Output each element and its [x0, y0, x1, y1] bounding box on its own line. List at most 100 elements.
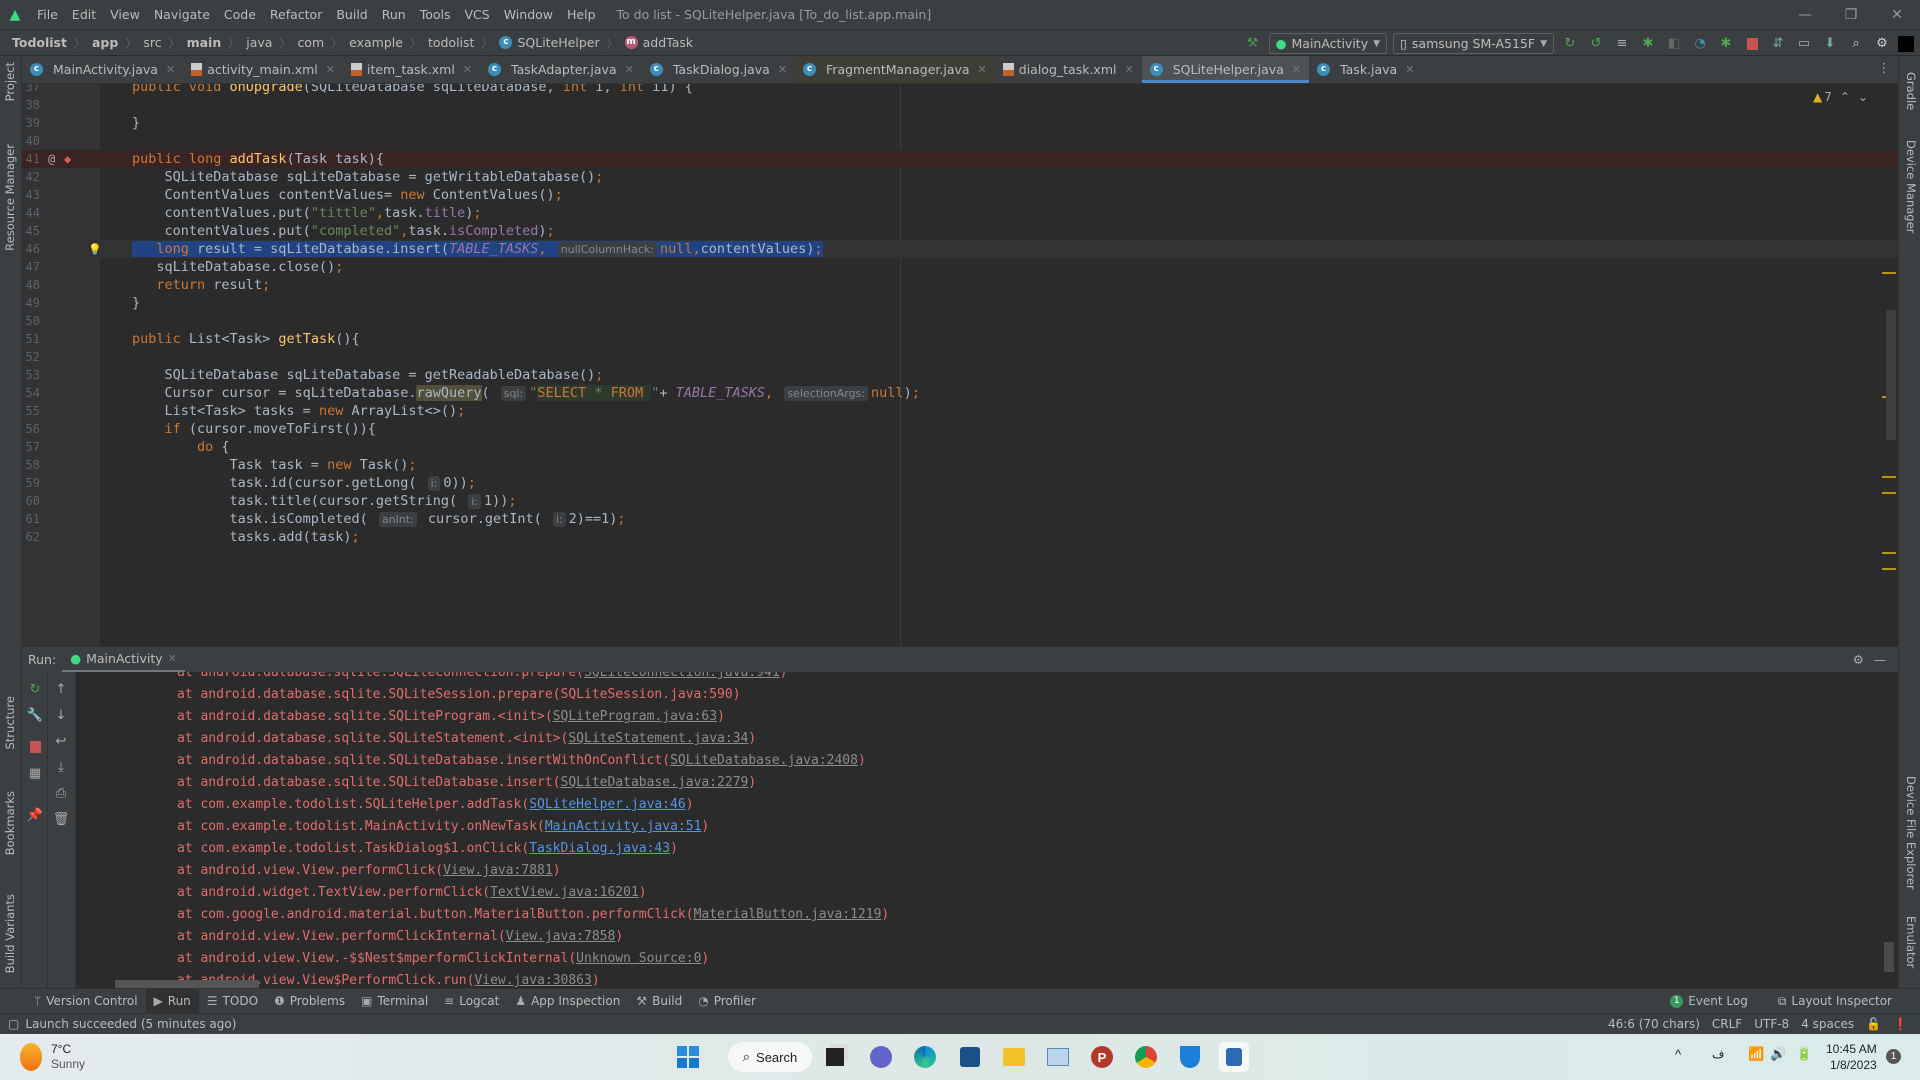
minimize-button[interactable]: —	[1782, 0, 1828, 29]
apply-changes-icon[interactable]: ↺	[1586, 34, 1606, 54]
next-highlight-icon[interactable]: ⌄	[1858, 90, 1868, 104]
close-button[interactable]: ✕	[1874, 0, 1920, 29]
code-line[interactable]: 46 💡 long result = sqLiteDatabase.insert(…	[22, 240, 1898, 258]
breadcrumb-item[interactable]: todolist	[426, 35, 477, 50]
line-separator[interactable]: CRLF	[1712, 1017, 1742, 1031]
code-line[interactable]: 54 Cursor cursor = sqLiteDatabase.rawQue…	[22, 384, 1898, 402]
editor-scrollbar[interactable]	[1886, 310, 1896, 440]
breadcrumb-item[interactable]: example	[347, 35, 405, 50]
code-line[interactable]: 39}	[22, 114, 1898, 132]
clear-all-trash-icon[interactable]: 🗑	[52, 810, 70, 828]
breadcrumb-item[interactable]: com	[295, 35, 326, 50]
source-link[interactable]: SQLiteConnection.java:941	[584, 672, 780, 680]
code-text[interactable]: public long addTask(Task task){	[132, 151, 384, 167]
make-project-hammer-icon[interactable]: ⚒	[1243, 34, 1263, 54]
line-number[interactable]: 43	[22, 188, 40, 202]
source-link[interactable]: SQLiteStatement.java:34	[568, 731, 748, 746]
code-text[interactable]: contentValues.put("tittle",task.title);	[132, 205, 482, 221]
warning-stripe-mark[interactable]	[1882, 476, 1896, 478]
bottom-tab-version-control[interactable]: ᛘ Version Control	[26, 989, 146, 1014]
task-view-icon[interactable]	[820, 1042, 850, 1072]
code-text[interactable]: SQLiteDatabase sqLiteDatabase = getReada…	[132, 367, 604, 383]
breadcrumb-item[interactable]: src	[141, 35, 163, 50]
menu-file[interactable]: File	[30, 7, 65, 22]
breadcrumb-item[interactable]: app	[90, 35, 120, 50]
line-number[interactable]: 51	[22, 332, 40, 346]
code-line[interactable]: 41 @ ◆ public long addTask(Task task){	[22, 150, 1898, 168]
warning-stripe-mark[interactable]	[1882, 492, 1896, 494]
source-link[interactable]: SQLiteProgram.java:63	[553, 709, 717, 724]
breadcrumb-item[interactable]: main	[185, 35, 224, 50]
source-link[interactable]: SQLiteHelper.java:46	[529, 797, 686, 812]
warning-stripe-mark[interactable]	[1882, 552, 1896, 554]
code-line[interactable]: 37 public void onUpgrade(SQLiteDatabase s…	[22, 84, 1898, 96]
code-text[interactable]: Task task = new Task();	[132, 457, 417, 473]
menu-refactor[interactable]: Refactor	[263, 7, 329, 22]
build-variants-tool-button[interactable]: Build Variants	[3, 894, 17, 973]
microsoft-store-icon[interactable]	[955, 1042, 985, 1072]
close-tab-icon[interactable]: ✕	[1124, 63, 1133, 76]
line-number[interactable]: 45	[22, 224, 40, 238]
code-line[interactable]: 50	[22, 312, 1898, 330]
bottom-tab-terminal[interactable]: ▣ Terminal	[353, 989, 436, 1014]
code-text[interactable]: task.id(cursor.getLong( i: 0));	[132, 475, 476, 491]
code-line[interactable]: 52	[22, 348, 1898, 366]
run-tab-mainactivity[interactable]: ● MainActivity ✕	[62, 647, 185, 673]
status-message[interactable]: Launch succeeded (5 minutes ago)	[25, 1017, 236, 1031]
code-text[interactable]: public List<Task> getTask(){	[132, 331, 360, 347]
code-line[interactable]: 47 sqLiteDatabase.close();	[22, 258, 1898, 276]
clock[interactable]: 10:45 AM 1/8/2023	[1826, 1041, 1877, 1073]
breakpoint-icon[interactable]: ◆	[64, 152, 71, 166]
debug-icon[interactable]: ✱	[1638, 34, 1658, 54]
code-text[interactable]: contentValues.put("completed",task.isCom…	[132, 223, 555, 239]
menu-view[interactable]: View	[103, 7, 147, 22]
code-line[interactable]: 44 contentValues.put("tittle",task.title…	[22, 204, 1898, 222]
code-line[interactable]: 40	[22, 132, 1898, 150]
rerun-icon[interactable]: ↻	[1560, 34, 1580, 54]
more-tabs-icon[interactable]: ⋮	[1878, 60, 1891, 75]
menu-build[interactable]: Build	[329, 7, 374, 22]
line-number[interactable]: 60	[22, 494, 40, 508]
line-number[interactable]: 61	[22, 512, 40, 526]
wifi-icon[interactable]: 📶	[1748, 1046, 1764, 1062]
code-line[interactable]: 62 tasks.add(task);	[22, 528, 1898, 546]
bottom-tab-build[interactable]: ⚒ Build	[628, 989, 690, 1014]
line-number[interactable]: 55	[22, 404, 40, 418]
line-number[interactable]: 52	[22, 350, 40, 364]
warning-stripe-mark[interactable]	[1882, 568, 1896, 570]
android-studio-taskbar-icon[interactable]	[1219, 1042, 1249, 1072]
apply-code-changes-icon[interactable]: ≡	[1612, 34, 1632, 54]
close-tab-icon[interactable]: ✕	[625, 63, 634, 76]
code-text[interactable]: long result = sqLiteDatabase.insert(TABL…	[132, 241, 823, 257]
source-link[interactable]: View.java:30863	[474, 973, 591, 988]
edge-browser-icon[interactable]	[910, 1042, 940, 1072]
gradle-tool-button[interactable]: Gradle	[1904, 72, 1918, 110]
previous-highlight-icon[interactable]: ⌃	[1840, 90, 1850, 104]
code-line[interactable]: 38	[22, 96, 1898, 114]
resource-manager-tool-button[interactable]: Resource Manager	[3, 144, 17, 251]
editor-tab-activity-main-xml[interactable]: activity_main.xml ✕	[183, 56, 343, 83]
close-tab-icon[interactable]: ✕	[1292, 63, 1301, 76]
source-link[interactable]: View.java:7881	[443, 863, 553, 878]
code-text[interactable]: Cursor cursor = sqLiteDatabase.rawQuery(…	[132, 385, 920, 401]
code-line[interactable]: 56 if (cursor.moveToFirst()){	[22, 420, 1898, 438]
menu-window[interactable]: Window	[497, 7, 560, 22]
rerun-icon[interactable]: ↻	[26, 680, 44, 698]
wrench-icon[interactable]: 🔧	[26, 706, 44, 724]
sdk-manager-icon[interactable]: ⬇	[1820, 34, 1840, 54]
editor-tab-fragmentmanager-java[interactable]: c FragmentManager.java ✕	[795, 56, 995, 83]
show-hidden-icons-chevron-icon[interactable]: ^	[1675, 1047, 1681, 1062]
code-line[interactable]: 45 contentValues.put("completed",task.is…	[22, 222, 1898, 240]
code-text[interactable]: sqLiteDatabase.close();	[132, 259, 343, 275]
hide-panel-icon[interactable]: —	[1874, 652, 1887, 667]
code-text[interactable]: do {	[132, 439, 230, 455]
stop-icon[interactable]	[26, 738, 44, 756]
indent-setting[interactable]: 4 spaces	[1801, 1017, 1854, 1031]
console-output[interactable]: at android.view.View$PerformClick.run(Vi…	[76, 672, 1874, 988]
code-text[interactable]: }	[132, 115, 140, 131]
pin-tab-icon[interactable]: 📌	[26, 806, 44, 824]
device-select[interactable]: ▯ samsung SM-A515F ▼	[1393, 33, 1554, 54]
code-text[interactable]: task.title(cursor.getString( i: 1));	[132, 493, 517, 509]
editor-tab-taskdialog-java[interactable]: c TaskDialog.java ✕	[642, 56, 795, 83]
project-tool-button[interactable]: Project	[3, 62, 17, 101]
